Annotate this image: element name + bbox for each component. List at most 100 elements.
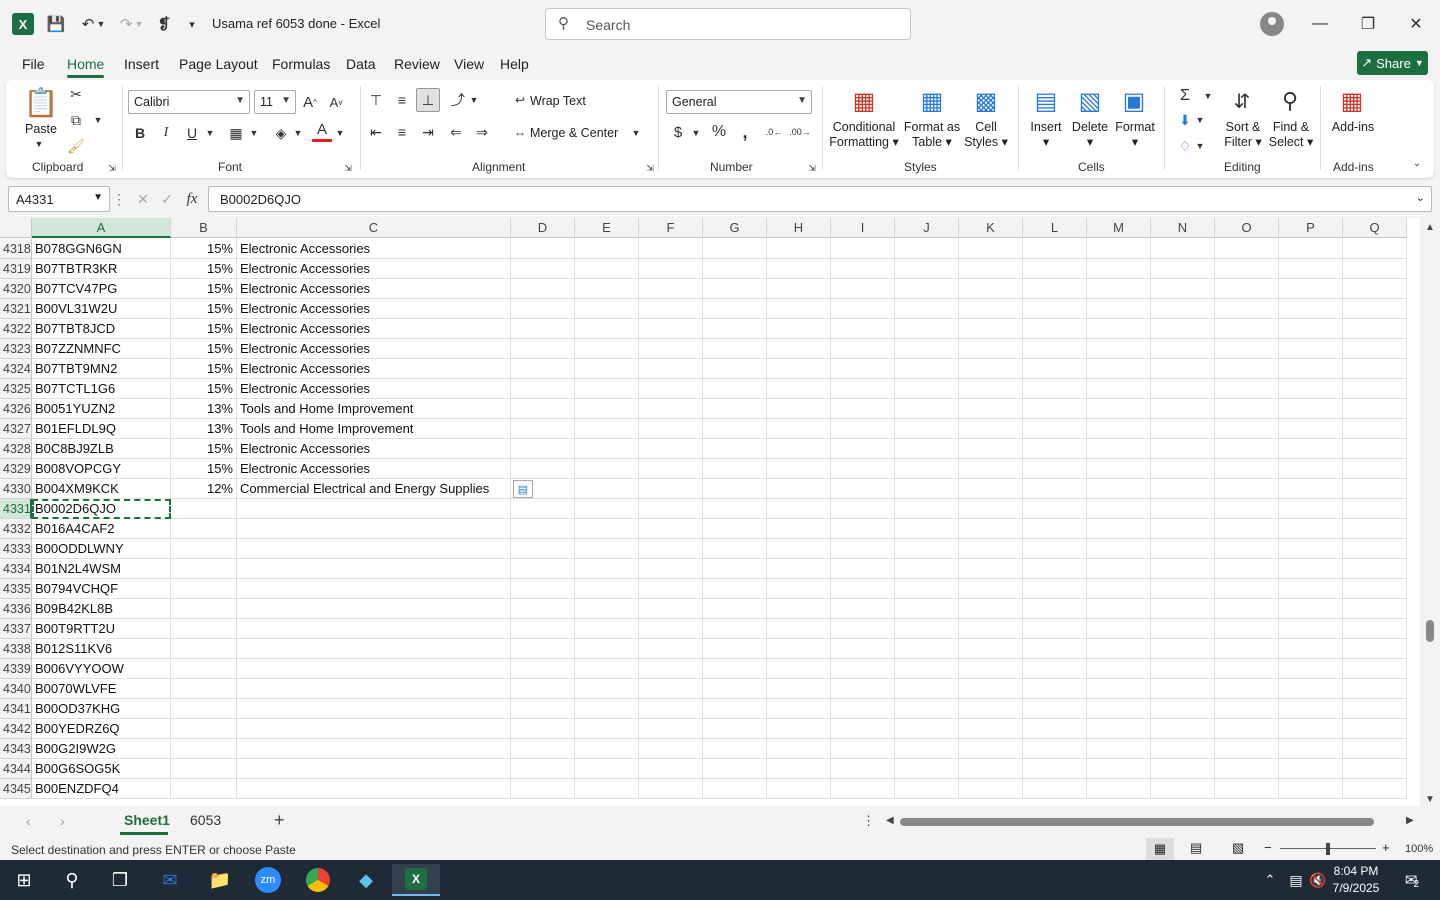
cell-p4338[interactable] <box>1279 639 1343 659</box>
notifications-icon[interactable]: ✉ 2 <box>1392 864 1432 896</box>
cell-k4322[interactable] <box>959 319 1023 339</box>
cell-f4344[interactable] <box>639 759 703 779</box>
cell-q4321[interactable] <box>1343 299 1407 319</box>
worksheet-grid[interactable]: A B C D E F G H I J K L M N O P Q 4318 B078GGN6GN 15% Electr… <box>0 218 1420 806</box>
cell-d4332[interactable] <box>511 519 575 539</box>
cell-m4322[interactable] <box>1087 319 1151 339</box>
cell-o4322[interactable] <box>1215 319 1279 339</box>
cell-a4343[interactable]: B00G2I9W2G <box>32 739 171 759</box>
paste-button[interactable]: Paste <box>24 122 58 137</box>
cell-m4321[interactable] <box>1087 299 1151 319</box>
cell-m4343[interactable] <box>1087 739 1151 759</box>
cell-l4338[interactable] <box>1023 639 1087 659</box>
select-all-corner[interactable] <box>0 218 32 238</box>
cell-g4325[interactable] <box>703 379 767 399</box>
cell-a4332[interactable]: B016A4CAF2 <box>32 519 171 539</box>
cell-o4343[interactable] <box>1215 739 1279 759</box>
cell-a4334[interactable]: B01N2L4WSM <box>32 559 171 579</box>
column-header-f[interactable]: F <box>639 218 703 238</box>
cell-c4344[interactable] <box>237 759 511 779</box>
cell-e4326[interactable] <box>575 399 639 419</box>
scroll-down-icon[interactable]: ▼ <box>1425 794 1435 805</box>
cell-h4342[interactable] <box>767 719 831 739</box>
cell-j4342[interactable] <box>895 719 959 739</box>
conditional-formatting-button[interactable]: Conditional Formatting ▾ <box>824 120 904 150</box>
cell-e4323[interactable] <box>575 339 639 359</box>
insert-cells-button[interactable]: Insert ▾ <box>1026 120 1066 150</box>
cell-i4324[interactable] <box>831 359 895 379</box>
cell-p4345[interactable] <box>1279 779 1343 799</box>
restore-button[interactable]: ❐ <box>1353 10 1383 38</box>
cell-j4326[interactable] <box>895 399 959 419</box>
cell-l4320[interactable] <box>1023 279 1087 299</box>
cell-i4331[interactable] <box>831 499 895 519</box>
cell-k4318[interactable] <box>959 239 1023 259</box>
cell-p4329[interactable] <box>1279 459 1343 479</box>
cell-j4322[interactable] <box>895 319 959 339</box>
cell-k4336[interactable] <box>959 599 1023 619</box>
cell-k4320[interactable] <box>959 279 1023 299</box>
cell-i4340[interactable] <box>831 679 895 699</box>
cell-e4332[interactable] <box>575 519 639 539</box>
cell-k4344[interactable] <box>959 759 1023 779</box>
cell-d4342[interactable] <box>511 719 575 739</box>
autosum-icon[interactable]: Σ <box>1174 86 1196 106</box>
cell-p4327[interactable] <box>1279 419 1343 439</box>
cell-b4323[interactable]: 15% <box>171 339 237 359</box>
column-header-d[interactable]: D <box>511 218 575 238</box>
paste-icon[interactable]: 📋 <box>24 84 59 120</box>
decrease-font-icon[interactable]: Av <box>326 92 346 112</box>
format-painter-quick-icon[interactable]: ❡ <box>152 12 176 36</box>
cell-m4336[interactable] <box>1087 599 1151 619</box>
copy-dropdown-icon[interactable]: ▼ <box>92 114 104 126</box>
cell-n4334[interactable] <box>1151 559 1215 579</box>
cell-m4334[interactable] <box>1087 559 1151 579</box>
cell-b4339[interactable] <box>171 659 237 679</box>
cell-j4327[interactable] <box>895 419 959 439</box>
cell-p4319[interactable] <box>1279 259 1343 279</box>
cell-g4329[interactable] <box>703 459 767 479</box>
cell-m4329[interactable] <box>1087 459 1151 479</box>
cell-l4345[interactable] <box>1023 779 1087 799</box>
cell-d4328[interactable] <box>511 439 575 459</box>
hscroll-left-icon[interactable]: ◀ <box>886 815 894 826</box>
cell-d4331[interactable] <box>511 499 575 519</box>
wrap-text-button[interactable]: Wrap Text <box>530 94 590 109</box>
cell-g4336[interactable] <box>703 599 767 619</box>
cell-q4335[interactable] <box>1343 579 1407 599</box>
cell-o4324[interactable] <box>1215 359 1279 379</box>
cell-styles-icon[interactable]: ▩ <box>970 86 1002 116</box>
tab-page-layout[interactable]: Page Layout <box>179 56 258 72</box>
cell-e4344[interactable] <box>575 759 639 779</box>
cell-i4319[interactable] <box>831 259 895 279</box>
page-layout-view-icon[interactable]: ▤ <box>1190 840 1202 856</box>
cell-d4318[interactable] <box>511 239 575 259</box>
cell-c4327[interactable]: Tools and Home Improvement <box>237 419 511 439</box>
cell-q4331[interactable] <box>1343 499 1407 519</box>
cell-c4320[interactable]: Electronic Accessories <box>237 279 511 299</box>
cell-q4330[interactable] <box>1343 479 1407 499</box>
cell-l4339[interactable] <box>1023 659 1087 679</box>
cell-g4331[interactable] <box>703 499 767 519</box>
cell-d4341[interactable] <box>511 699 575 719</box>
cell-p4342[interactable] <box>1279 719 1343 739</box>
cell-b4341[interactable] <box>171 699 237 719</box>
cell-h4327[interactable] <box>767 419 831 439</box>
column-header-g[interactable]: G <box>703 218 767 238</box>
cell-q4329[interactable] <box>1343 459 1407 479</box>
row-header[interactable]: 4344 <box>0 759 32 779</box>
sort-filter-icon[interactable]: ⇵ <box>1226 86 1258 116</box>
tab-home[interactable]: Home <box>67 56 105 78</box>
cell-c4336[interactable] <box>237 599 511 619</box>
cell-m4335[interactable] <box>1087 579 1151 599</box>
cell-o4334[interactable] <box>1215 559 1279 579</box>
cell-b4328[interactable]: 15% <box>171 439 237 459</box>
cell-c4324[interactable]: Electronic Accessories <box>237 359 511 379</box>
increase-decimal-icon[interactable]: .0← <box>762 122 786 142</box>
comma-style-icon[interactable]: , <box>736 122 754 142</box>
cell-n4338[interactable] <box>1151 639 1215 659</box>
cell-m4344[interactable] <box>1087 759 1151 779</box>
cell-j4340[interactable] <box>895 679 959 699</box>
cell-m4341[interactable] <box>1087 699 1151 719</box>
cell-a4337[interactable]: B00T9RTT2U <box>32 619 171 639</box>
